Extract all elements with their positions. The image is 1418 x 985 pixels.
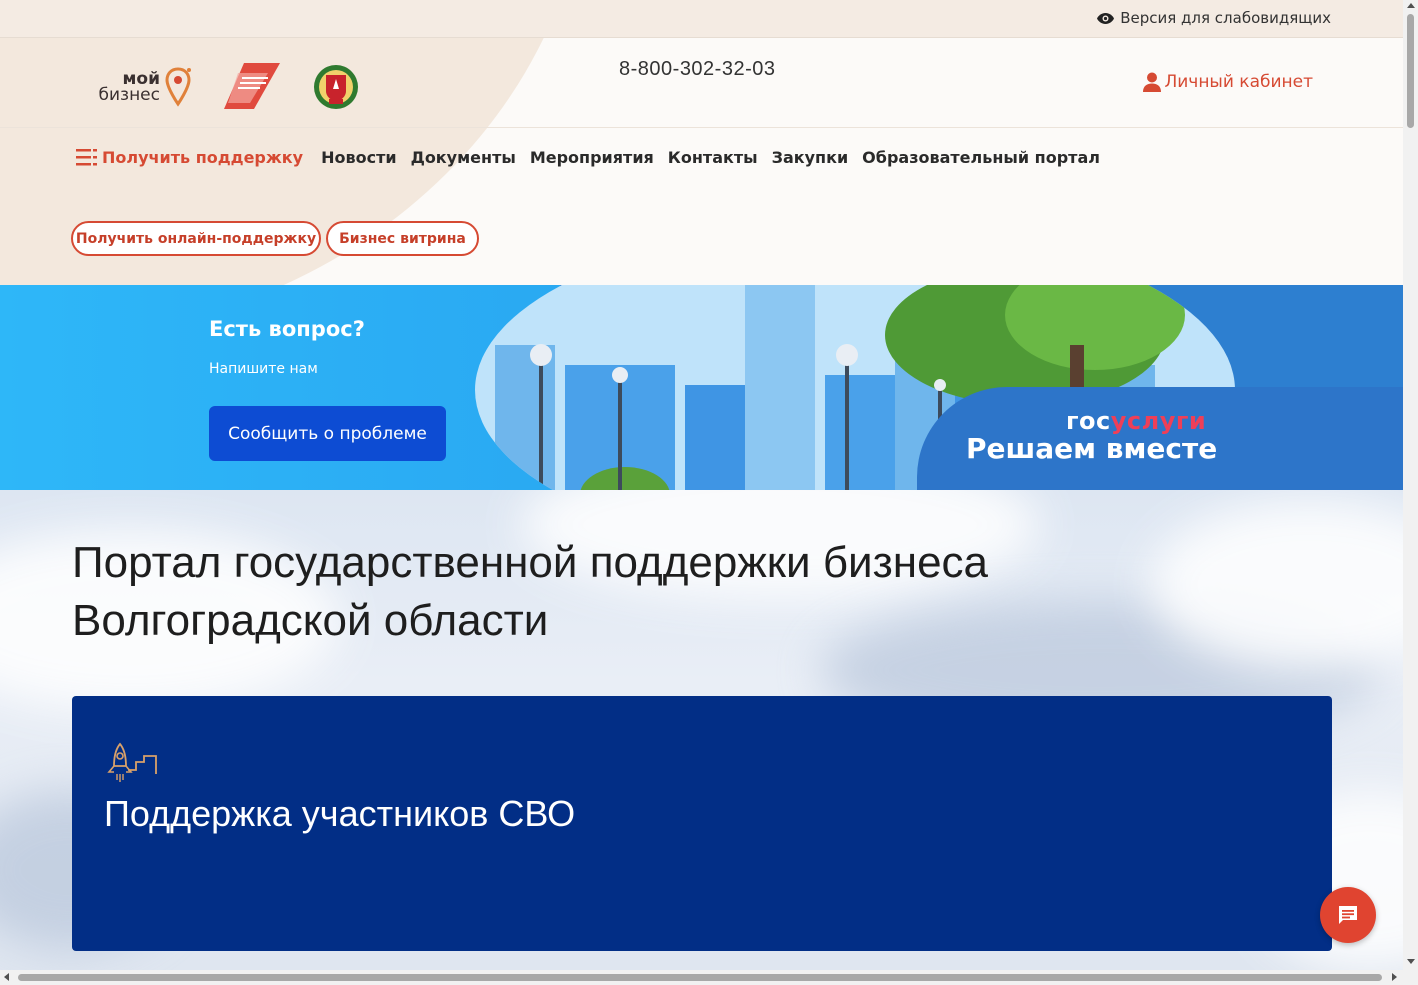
personal-account-label: Личный кабинет [1164, 72, 1313, 92]
nav-item-contacts[interactable]: Контакты [668, 148, 758, 167]
main-content: Портал государственной поддержки бизнеса… [0, 490, 1403, 970]
page-title: Портал государственной поддержки бизнеса… [72, 534, 1172, 650]
site-header: мой бизнес 8-800-302-32-03 Личный кабине… [0, 38, 1403, 285]
get-support-label: Получить поддержку [102, 148, 304, 167]
banner-title: Есть вопрос? [209, 317, 365, 341]
nav-item-events[interactable]: Мероприятия [530, 148, 654, 167]
horizontal-scrollbar-thumb[interactable] [18, 974, 1382, 981]
eye-icon [1097, 12, 1115, 24]
top-bar: Версия для слабовидящих [0, 0, 1403, 38]
gosuslugi-feedback-banner[interactable]: Есть вопрос? Напишите нам Сообщить о про… [0, 285, 1403, 490]
page-title-line2: Волгоградской области [72, 596, 549, 645]
get-support-menu-button[interactable]: Получить поддержку [76, 148, 303, 167]
main-navigation: Получить поддержку Новости Документы Мер… [76, 148, 1114, 167]
report-problem-button[interactable]: Сообщить о проблеме [209, 406, 446, 461]
gosuslugi-slogan: Решаем вместе [966, 432, 1218, 465]
online-support-button[interactable]: Получить онлайн-поддержку [71, 221, 321, 256]
header-divider [0, 127, 1403, 128]
user-icon [1143, 72, 1162, 92]
rocket-icon [107, 742, 157, 782]
chat-button[interactable] [1320, 887, 1376, 943]
scroll-right-arrow-icon[interactable] [1392, 973, 1397, 981]
accessibility-version-label: Версия для слабовидящих [1120, 9, 1331, 27]
horizontal-scrollbar[interactable] [0, 970, 1418, 985]
business-showcase-button[interactable]: Бизнес витрина [326, 221, 479, 256]
banner-subtitle: Напишите нам [209, 361, 318, 377]
scroll-down-arrow-icon[interactable] [1407, 959, 1415, 964]
nav-item-procurement[interactable]: Закупки [772, 148, 849, 167]
scroll-left-arrow-icon[interactable] [4, 973, 9, 981]
accessibility-version-link[interactable]: Версия для слабовидящих [1097, 9, 1331, 27]
logo-text-line2: бизнес [99, 85, 161, 105]
volgograd-coat-of-arms[interactable] [312, 63, 360, 111]
national-projects-logo[interactable] [224, 63, 282, 109]
vertical-scrollbar-thumb[interactable] [1407, 14, 1414, 128]
moy-biznes-logo[interactable]: мой бизнес [88, 65, 196, 109]
gosuslugi-logo-part1: гос [1066, 407, 1111, 435]
personal-account-link[interactable]: Личный кабинет [1143, 72, 1313, 92]
phone-number[interactable]: 8-800-302-32-03 [619, 58, 776, 81]
nav-item-education-portal[interactable]: Образовательный портал [862, 148, 1100, 167]
nav-item-documents[interactable]: Документы [411, 148, 516, 167]
scroll-up-arrow-icon[interactable] [1407, 3, 1415, 8]
svo-support-card[interactable]: Поддержка участников СВО [72, 696, 1332, 951]
gosuslugi-logo: госуслуги [1066, 407, 1206, 435]
gosuslugi-logo-part2: услуги [1110, 407, 1207, 435]
page-title-line1: Портал государственной поддержки бизнеса [72, 538, 989, 587]
hamburger-icon [76, 149, 97, 166]
svo-support-card-title: Поддержка участников СВО [104, 793, 576, 834]
vertical-scrollbar[interactable] [1403, 0, 1418, 970]
nav-item-news[interactable]: Новости [321, 148, 396, 167]
chat-icon [1339, 906, 1357, 924]
